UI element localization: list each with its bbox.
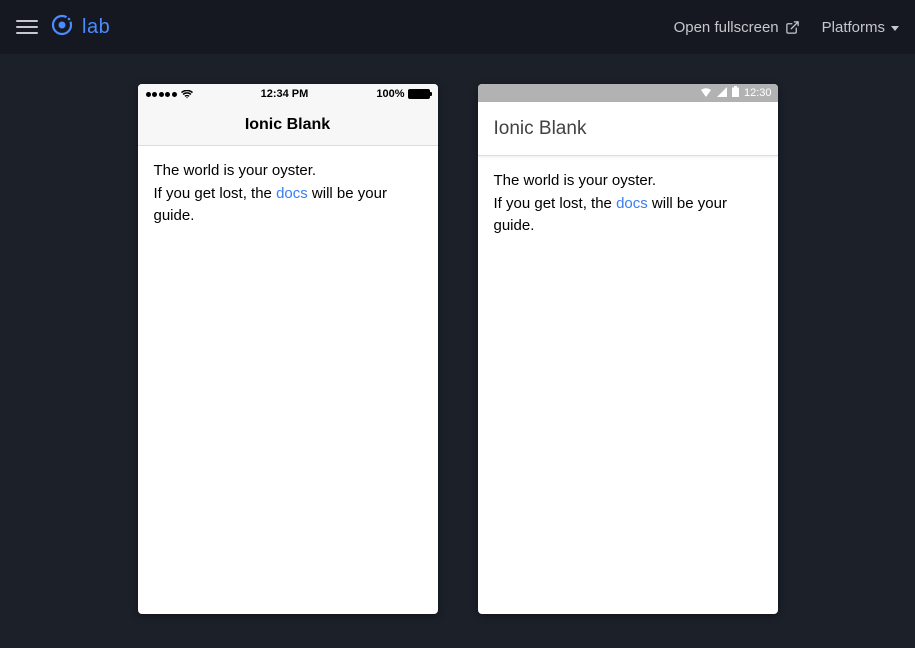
open-fullscreen-label: Open fullscreen [674,19,779,36]
chevron-down-icon [891,26,899,31]
android-body-prefix: If you get lost, the [494,195,617,212]
android-content: The world is your oyster. If you get los… [478,156,778,252]
ios-battery-area: 100% [376,88,429,100]
logo[interactable]: lab [50,13,110,42]
platforms-label: Platforms [822,19,885,36]
ios-content: The world is your oyster. If you get los… [138,146,438,242]
android-clock: 12:30 [744,87,772,99]
cell-signal-icon [717,87,727,100]
ios-body-line1: The world is your oyster. [154,162,317,179]
ios-body-prefix: If you get lost, the [154,185,277,202]
platforms-dropdown[interactable]: Platforms [822,19,899,36]
wifi-icon [700,87,712,100]
ios-clock: 12:34 PM [261,88,309,100]
android-statusbar: 12:30 [478,84,778,102]
ios-nav-header: Ionic Blank [138,104,438,146]
logo-icon [50,13,74,42]
ios-device-preview: 12:34 PM 100% Ionic Blank The world is y… [138,84,438,614]
wifi-icon [181,90,193,99]
battery-percent: 100% [376,88,404,100]
ios-page-title: Ionic Blank [245,116,330,134]
ios-statusbar: 12:34 PM 100% [138,84,438,104]
android-nav-header: Ionic Blank [478,102,778,156]
android-body-line1: The world is your oyster. [494,172,657,189]
menu-button[interactable] [16,16,38,38]
logo-text: lab [82,16,110,39]
battery-icon [732,86,739,100]
docs-link[interactable]: docs [616,195,648,212]
battery-icon [408,89,430,99]
open-fullscreen-button[interactable]: Open fullscreen [674,19,800,36]
preview-stage: 12:34 PM 100% Ionic Blank The world is y… [0,54,915,614]
signal-strength-icon [146,92,177,97]
docs-link[interactable]: docs [276,185,308,202]
ios-signal-area [146,90,193,99]
topbar: lab Open fullscreen Platforms [0,0,915,54]
android-page-title: Ionic Blank [494,118,587,140]
external-link-icon [785,20,800,35]
android-device-preview: 12:30 Ionic Blank The world is your oyst… [478,84,778,614]
